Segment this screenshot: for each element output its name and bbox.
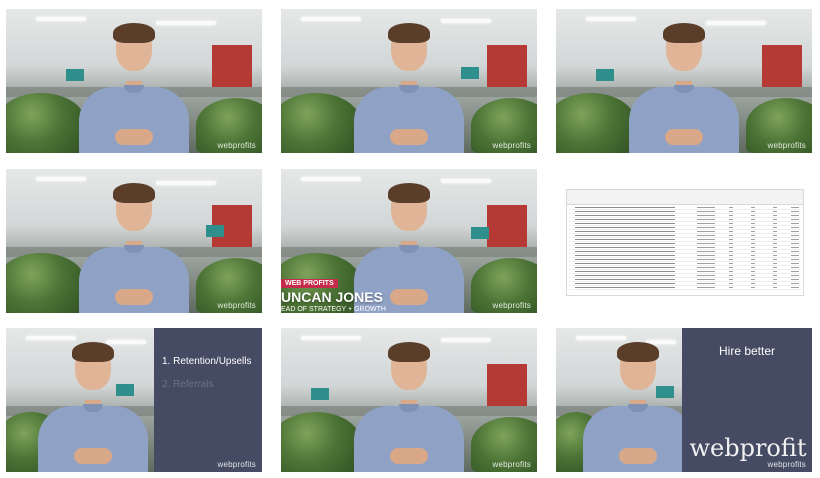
watermark-logo: webprofits [492, 460, 531, 469]
watermark-logo: webprofits [217, 301, 256, 310]
watermark-logo: webprofits [492, 141, 531, 150]
video-frame-2[interactable]: webprofits [281, 9, 537, 153]
topic-retention: 1. Retention/Upsells [162, 356, 252, 367]
video-frame-4[interactable]: webprofits [6, 169, 262, 313]
watermark-logo: webprofits [767, 141, 806, 150]
spreadsheet-frame[interactable] [556, 169, 812, 313]
presenter [79, 23, 189, 153]
spreadsheet [556, 169, 812, 313]
presenter-name: UNCAN JONES [281, 289, 383, 305]
watermark-logo: webprofits [492, 301, 531, 310]
watermark-logo: webprofits [767, 460, 806, 469]
brand-tag: WEB PROFITS [281, 279, 338, 288]
slide-panel-retention: 1. Retention/Upsells 2. Referrals [154, 328, 262, 472]
slide-panel-hire: Hire better webprofit [682, 328, 812, 472]
topic-referrals: 2. Referrals [162, 379, 214, 390]
presenter [79, 183, 189, 313]
slide-title: Hire better [718, 344, 776, 358]
presenter-title: EAD OF STRATEGY + GROWTH [281, 306, 386, 313]
presenter [582, 342, 693, 472]
presenter [629, 23, 739, 153]
video-frame-3[interactable]: webprofits [556, 9, 812, 153]
video-frame-8[interactable]: webprofits [281, 328, 537, 472]
video-frame-5[interactable]: WEB PROFITS UNCAN JONES EAD OF STRATEGY … [281, 169, 537, 313]
video-frame-1[interactable]: webprofits [6, 9, 262, 153]
presenter [354, 23, 464, 153]
presenter [38, 342, 149, 472]
video-frame-9[interactable]: Hire better webprofit webprofits [556, 328, 812, 472]
brand-logo: webprofit [689, 434, 807, 462]
topic-list: 1. Retention/Upsells 2. Referrals [162, 356, 252, 402]
thumbnail-grid: webprofits webprofits webprofits webprof… [0, 0, 820, 478]
watermark-logo: webprofits [217, 460, 256, 469]
spreadsheet-grid [566, 189, 804, 296]
video-frame-7[interactable]: 1. Retention/Upsells 2. Referrals webpro… [6, 328, 262, 472]
watermark-logo: webprofits [217, 141, 256, 150]
presenter [354, 342, 464, 472]
